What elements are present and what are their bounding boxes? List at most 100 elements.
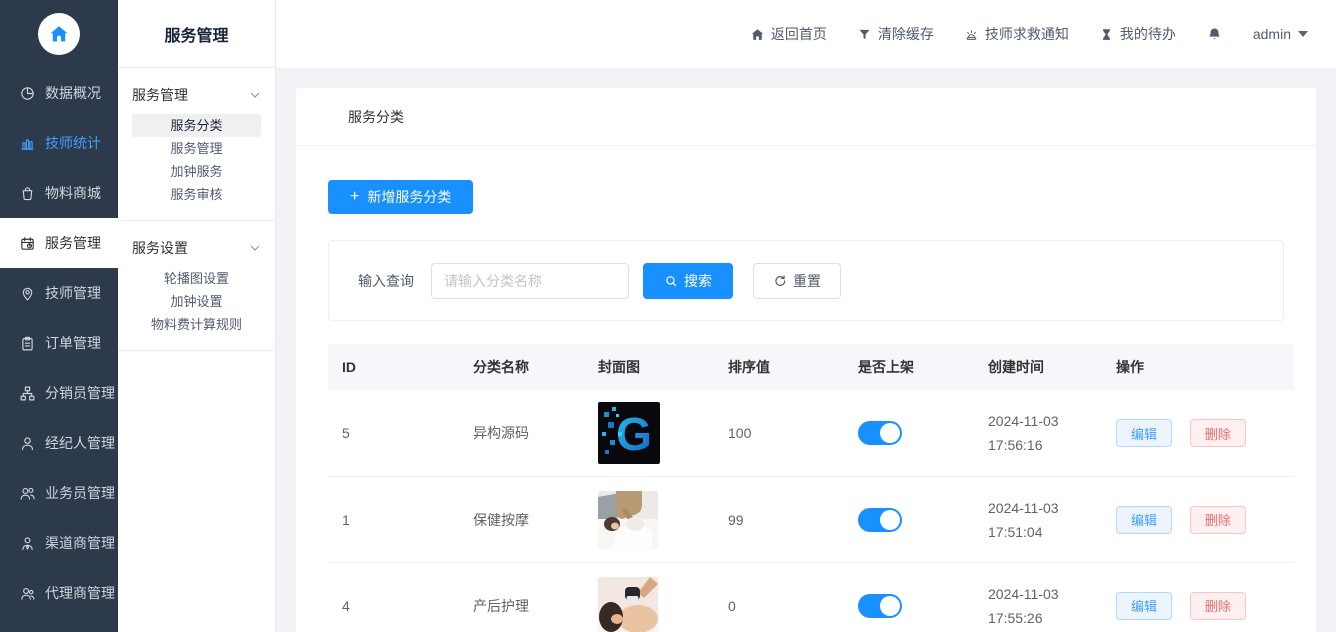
people-icon — [19, 485, 36, 502]
column-header-cover: 封面图 — [584, 344, 714, 390]
refresh-icon — [773, 274, 787, 288]
created-clock: 17:51:04 — [988, 520, 1088, 544]
sidebar-item-technician-stats[interactable]: 技师统计 — [0, 118, 118, 168]
home-logo-button[interactable] — [38, 13, 80, 55]
user-menu[interactable]: admin — [1253, 26, 1308, 42]
calendar-clock-icon — [19, 235, 36, 252]
cell-sort: 100 — [714, 390, 844, 477]
table-row: 4 产后护理 — [328, 563, 1294, 632]
submenu-item-service-review[interactable]: 服务审核 — [132, 183, 261, 206]
table-row: 5 异构源码 G — [328, 390, 1294, 477]
reset-button[interactable]: 重置 — [753, 263, 841, 299]
clipboard-icon — [19, 335, 36, 352]
cell-id: 4 — [328, 563, 459, 632]
logo-area — [0, 0, 118, 68]
chevron-down-icon — [249, 89, 261, 101]
created-date: 2024-11-03 — [988, 496, 1088, 520]
sidebar-item-data-overview[interactable]: 数据概况 — [0, 68, 118, 118]
category-name-input[interactable] — [431, 263, 629, 299]
search-button-label: 搜索 — [684, 271, 712, 291]
sidebar-item-label: 数据概况 — [45, 83, 101, 103]
username: admin — [1253, 26, 1291, 42]
topnav-return-home[interactable]: 返回首页 — [750, 24, 827, 44]
sidebar-item-label: 技师统计 — [45, 133, 101, 153]
submenu-item-service-category[interactable]: 服务分类 — [132, 114, 261, 137]
sidebar-item-agent-management[interactable]: 代理商管理 — [0, 568, 118, 618]
delete-button[interactable]: 删除 — [1190, 419, 1246, 447]
edit-button[interactable]: 编辑 — [1116, 506, 1172, 534]
cell-status — [844, 390, 974, 477]
cell-sort: 99 — [714, 477, 844, 563]
status-toggle[interactable] — [858, 508, 902, 532]
cell-cover — [584, 563, 714, 632]
search-label: 输入查询 — [358, 271, 414, 291]
cell-status — [844, 563, 974, 632]
pie-chart-icon — [19, 85, 36, 102]
column-header-actions: 操作 — [1102, 344, 1294, 390]
topnav-clear-cache[interactable]: 清除缓存 — [857, 24, 934, 44]
group-items: 轮播图设置 加钟设置 物料费计算规则 — [132, 267, 261, 336]
group-label: 服务管理 — [132, 85, 188, 105]
submenu-item-overtime-service[interactable]: 加钟服务 — [132, 160, 261, 183]
submenu-item-overtime-settings[interactable]: 加钟设置 — [132, 290, 261, 313]
chevron-down-icon — [249, 242, 261, 254]
sidebar-item-order-management[interactable]: 订单管理 — [0, 318, 118, 368]
topnav-sos-notification[interactable]: 技师求救通知 — [964, 24, 1069, 44]
status-toggle[interactable] — [858, 421, 902, 445]
sidebar-item-distributor-management[interactable]: 分销员管理 — [0, 368, 118, 418]
cell-cover — [584, 477, 714, 563]
cell-id: 1 — [328, 477, 459, 563]
g-logo-cover-image: G — [598, 402, 660, 464]
topnav-label: 返回首页 — [771, 24, 827, 44]
group-header-service-settings[interactable]: 服务设置 — [132, 233, 261, 263]
search-icon — [664, 274, 678, 288]
table-header-row: ID 分类名称 封面图 排序值 是否上架 创建时间 操作 — [328, 344, 1294, 390]
status-toggle[interactable] — [858, 594, 902, 618]
sidebar-item-salesman-management[interactable]: 业务员管理 — [0, 468, 118, 518]
plus-icon: + — [350, 188, 359, 206]
home-icon — [750, 27, 765, 42]
edit-button[interactable]: 编辑 — [1116, 592, 1172, 620]
home-icon — [48, 23, 70, 45]
sidebar-item-technician-management[interactable]: 技师管理 — [0, 268, 118, 318]
menu-group-service-management: 服务管理 服务分类 服务管理 加钟服务 服务审核 — [118, 68, 275, 221]
sidebar-item-label: 经纪人管理 — [45, 433, 115, 453]
submenu-item-material-fee-rules[interactable]: 物料费计算规则 — [132, 313, 261, 336]
created-clock: 17:56:16 — [988, 433, 1088, 457]
sidebar-item-label: 服务管理 — [45, 233, 101, 253]
cell-actions: 编辑 删除 — [1102, 563, 1294, 632]
sidebar-item-service-management[interactable]: 服务管理 — [0, 218, 118, 268]
column-header-id: ID — [328, 344, 459, 390]
notification-bell-button[interactable] — [1206, 26, 1223, 43]
add-category-button[interactable]: + 新增服务分类 — [328, 180, 473, 214]
topnav-my-todo[interactable]: 我的待办 — [1099, 24, 1176, 44]
submenu-item-carousel-settings[interactable]: 轮播图设置 — [132, 267, 261, 290]
search-panel: 输入查询 搜索 重置 — [328, 240, 1284, 321]
sidebar-item-material-mall[interactable]: 物料商城 — [0, 168, 118, 218]
cell-name: 异构源码 — [459, 390, 584, 477]
postpartum-photo-cover-image — [598, 577, 658, 632]
group-items: 服务分类 服务管理 加钟服务 服务审核 — [132, 114, 261, 206]
cell-sort: 0 — [714, 563, 844, 632]
column-header-sort: 排序值 — [714, 344, 844, 390]
content-area: 服务分类 + 新增服务分类 输入查询 搜索 — [276, 68, 1336, 632]
delete-button[interactable]: 删除 — [1190, 506, 1246, 534]
toggle-knob — [880, 510, 900, 530]
submenu-item-service-management[interactable]: 服务管理 — [132, 137, 261, 160]
delete-button[interactable]: 删除 — [1190, 592, 1246, 620]
card-body: + 新增服务分类 输入查询 搜索 重置 — [296, 146, 1316, 632]
caret-down-icon — [1298, 31, 1308, 37]
cell-created-time: 2024-11-03 17:55:26 — [974, 563, 1102, 632]
group-header-service-management[interactable]: 服务管理 — [132, 80, 261, 110]
app-root: 数据概况 技师统计 物料商城 服务管理 技师管理 订单管理 — [0, 0, 1336, 632]
search-button[interactable]: 搜索 — [643, 263, 733, 299]
sidebar-item-broker-management[interactable]: 经纪人管理 — [0, 418, 118, 468]
people-group-icon — [19, 585, 36, 602]
sidebar-item-label: 代理商管理 — [45, 583, 115, 603]
table-row: 1 保健按摩 — [328, 477, 1294, 563]
edit-button[interactable]: 编辑 — [1116, 419, 1172, 447]
sidebar-item-channel-management[interactable]: 渠道商管理 — [0, 518, 118, 568]
cell-cover: G — [584, 390, 714, 477]
tab-service-category[interactable]: 服务分类 — [348, 107, 404, 127]
cell-created-time: 2024-11-03 17:51:04 — [974, 477, 1102, 563]
